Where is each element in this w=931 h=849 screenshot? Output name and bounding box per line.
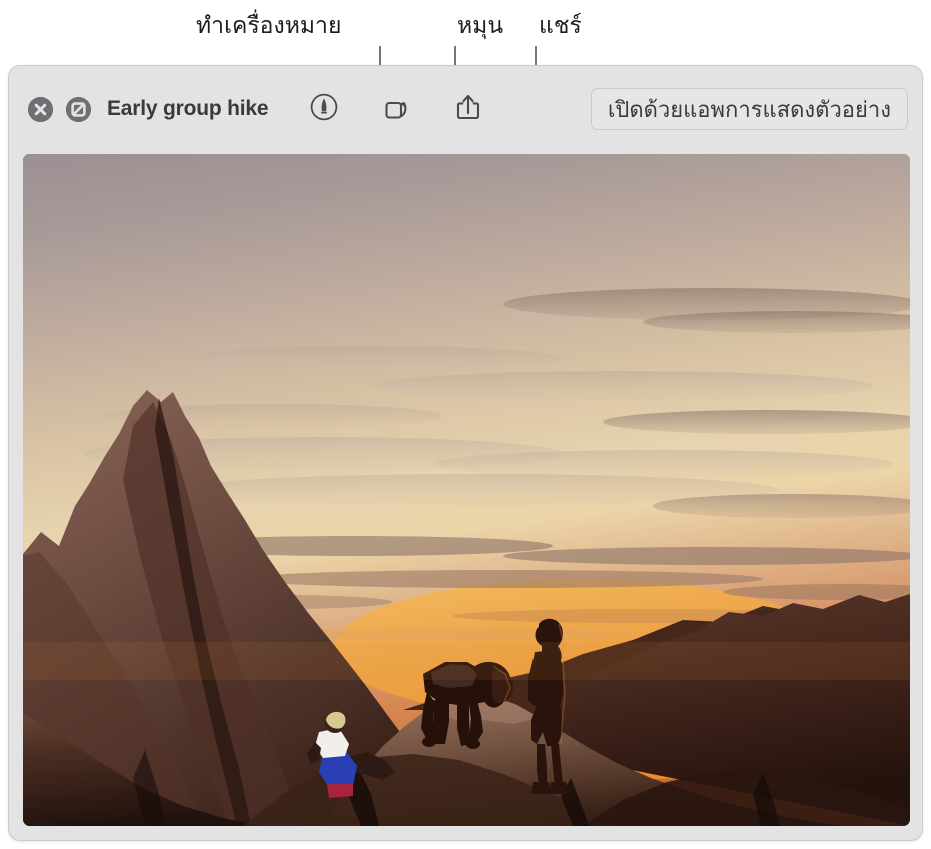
page-title: Early group hike	[107, 97, 269, 120]
close-button[interactable]	[25, 94, 55, 124]
close-circle-icon	[27, 96, 53, 122]
share-icon	[453, 91, 483, 128]
preview-photo	[23, 154, 910, 826]
markup-pen-icon	[309, 92, 339, 127]
toolbar-tool-group	[308, 93, 484, 125]
callout-share-label: แชร์	[539, 13, 582, 39]
markup-button[interactable]	[308, 93, 340, 125]
quicklook-window: Early group hike เปิดด้วยแอพการแสดงตัวอย…	[8, 65, 923, 841]
callout-markup-label: ทำเครื่องหมาย	[196, 13, 342, 39]
callout-rotate-label: หมุน	[457, 13, 504, 39]
quicklook-toolbar: Early group hike เปิดด้วยแอพการแสดงตัวอย…	[9, 66, 922, 152]
markup-toggle-button[interactable]	[63, 94, 93, 124]
rotate-button[interactable]	[380, 93, 412, 125]
share-button[interactable]	[452, 93, 484, 125]
photo-canvas	[23, 154, 910, 826]
no-entry-circle-icon	[65, 96, 91, 122]
rotate-left-icon	[380, 91, 412, 128]
open-with-preview-button[interactable]: เปิดด้วยแอพการแสดงตัวอย่าง	[590, 88, 908, 130]
